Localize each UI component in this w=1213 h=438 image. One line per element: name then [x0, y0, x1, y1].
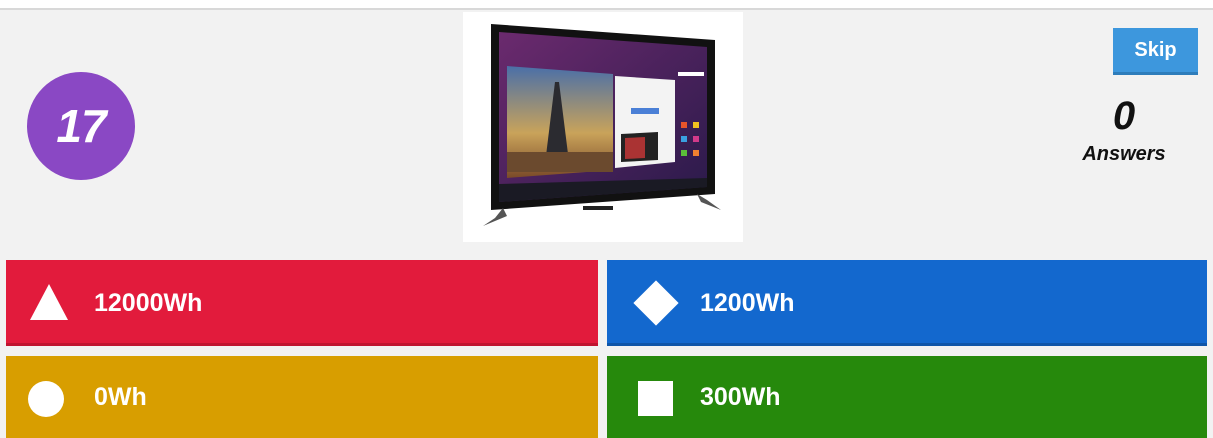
answer-label: 1200Wh — [700, 288, 795, 317]
answer-option-red[interactable]: 12000Wh — [6, 260, 598, 346]
answers-label: Answers — [1082, 143, 1166, 165]
answer-label: 300Wh — [700, 382, 781, 411]
answer-label: 12000Wh — [94, 288, 203, 317]
answers-count: 0 — [1112, 94, 1136, 138]
diamond-icon — [633, 280, 679, 326]
square-icon — [638, 381, 673, 416]
question-image — [463, 12, 743, 242]
answer-label: 0Wh — [94, 382, 147, 411]
answer-option-green[interactable]: 300Wh — [607, 356, 1207, 438]
answer-option-blue[interactable]: 1200Wh — [607, 260, 1207, 346]
circle-icon — [28, 381, 64, 417]
triangle-icon — [30, 284, 68, 320]
television-image — [483, 24, 721, 226]
skip-button[interactable]: Skip — [1113, 28, 1198, 72]
countdown-timer: 17 — [27, 72, 135, 180]
top-divider — [0, 0, 1213, 10]
answer-option-yellow[interactable]: 0Wh — [6, 356, 598, 438]
